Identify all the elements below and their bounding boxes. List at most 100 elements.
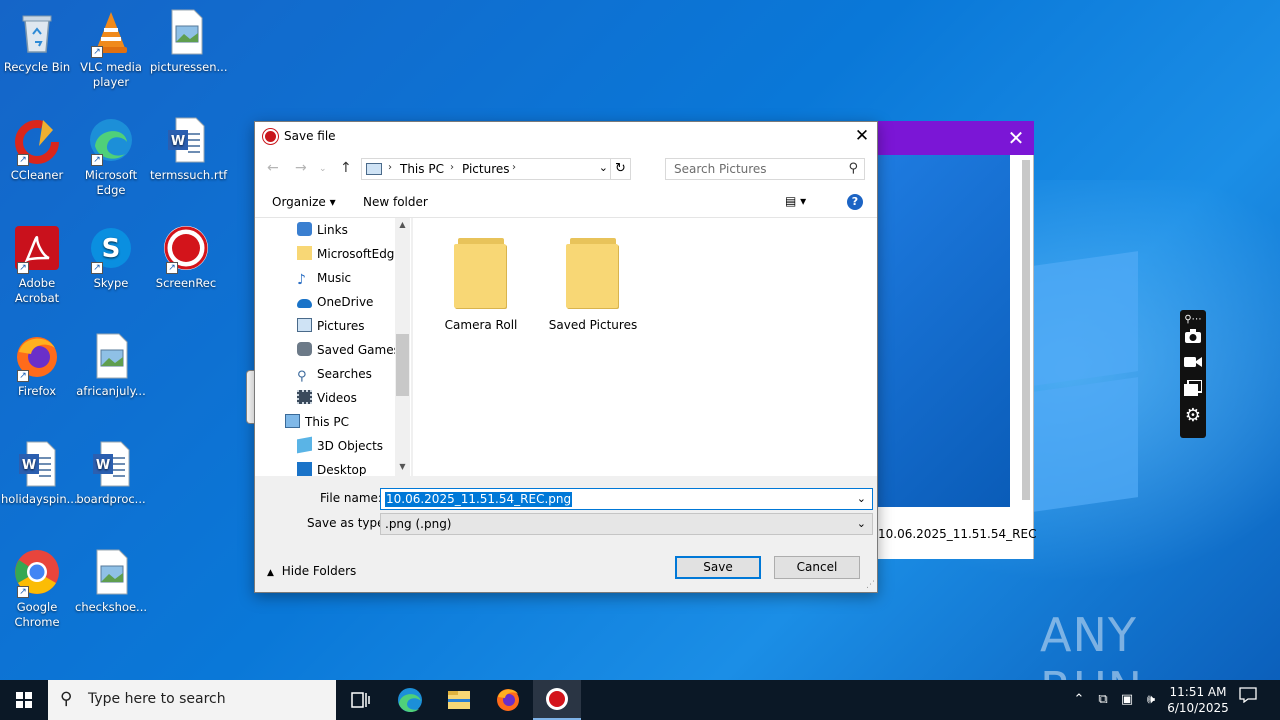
taskbar-edge[interactable] — [386, 680, 434, 720]
desktop-icon-edge[interactable]: ↗ Microsoft Edge — [75, 116, 147, 198]
desktop-icon-checkshoe[interactable]: checkshoe... — [75, 548, 147, 615]
scroll-up-arrow-icon[interactable]: ▲ — [395, 220, 410, 229]
this-pc-icon — [366, 163, 382, 175]
refresh-icon[interactable]: ↻ — [610, 159, 630, 179]
camera-icon[interactable] — [1183, 328, 1203, 348]
change-view-icon[interactable]: ▤ ▾ — [785, 194, 806, 208]
scrollbar-thumb[interactable] — [396, 334, 409, 396]
recent-locations-chevron-icon[interactable]: ⌄ — [319, 164, 327, 174]
desktop-icon-picturessen[interactable]: picturessen... — [150, 8, 227, 75]
taskbar-search-box[interactable]: ⚲ Type here to search — [48, 680, 336, 720]
taskbar-firefox[interactable] — [484, 680, 532, 720]
new-folder-button[interactable]: New folder — [363, 195, 428, 209]
dialog-titlebar[interactable]: Save file ✕ — [255, 122, 877, 152]
scroll-down-arrow-icon[interactable]: ▼ — [395, 462, 410, 471]
desktop-icon-africanjuly[interactable]: africanjuly... — [75, 332, 147, 399]
navigation-pane-scrollbar[interactable]: ▲ ▼ — [395, 218, 410, 476]
desktop-icon-chrome[interactable]: ↗ Google Chrome — [1, 548, 73, 630]
breadcrumb-separator-icon[interactable]: › — [512, 162, 516, 173]
cancel-button[interactable]: Cancel — [774, 556, 860, 579]
folder-icon — [454, 236, 508, 310]
nav-item-microsoftedge[interactable]: MicrosoftEdge — [297, 243, 402, 265]
more-options-icon[interactable]: ⚲⋯ — [1183, 310, 1203, 330]
breadcrumb-separator-icon[interactable]: › — [450, 162, 454, 173]
pictures-icon — [297, 318, 312, 332]
organize-button[interactable]: Organize ▾ — [272, 195, 336, 209]
desktop-icon-firefox[interactable]: ↗ Firefox — [1, 332, 73, 399]
task-view-button[interactable] — [336, 680, 384, 720]
back-arrow-icon[interactable]: ← — [267, 160, 279, 176]
settings-gear-icon[interactable]: ⚙ — [1183, 406, 1203, 426]
volume-icon[interactable]: 🕪 — [1140, 680, 1162, 720]
nav-item-videos[interactable]: Videos — [297, 387, 357, 409]
background-window-preview — [878, 155, 1010, 507]
nav-item-pictures[interactable]: Pictures — [297, 315, 365, 337]
show-hidden-icons-chevron-icon[interactable]: ⌃ — [1068, 680, 1090, 720]
search-icon[interactable]: ⚲ — [848, 161, 858, 176]
folder-saved-pictures[interactable]: Saved Pictures — [543, 236, 643, 332]
taskbar-file-explorer[interactable] — [435, 680, 483, 720]
save-as-type-select[interactable]: .png (.png) ⌄ — [380, 513, 873, 535]
saved-games-icon — [297, 342, 312, 356]
desktop-icon-vlc[interactable]: ↗ VLC media player — [75, 8, 147, 90]
breadcrumb-this-pc[interactable]: This PC — [400, 162, 444, 176]
video-camera-icon[interactable] — [1183, 354, 1203, 374]
shortcut-arrow-icon: ↗ — [91, 262, 103, 274]
taskbar-screenrec[interactable] — [533, 680, 581, 720]
desktop-icon — [297, 462, 312, 476]
desktop-icon-skype[interactable]: S ↗ Skype — [75, 224, 147, 291]
save-as-type-label: Save as type: — [307, 516, 389, 530]
vlc-icon: ↗ — [87, 8, 135, 58]
dialog-close-icon[interactable]: ✕ — [847, 122, 877, 152]
image-file-icon — [162, 8, 210, 56]
windows-logo-icon — [16, 692, 32, 708]
desktop-icon-termssuch[interactable]: W termssuch.rtf — [150, 116, 227, 183]
save-button[interactable]: Save — [675, 556, 761, 579]
nav-item-3d-objects[interactable]: 3D Objects — [297, 435, 383, 457]
start-button[interactable] — [0, 680, 48, 720]
edge-icon: ↗ — [87, 116, 135, 166]
desktop-icon-acrobat[interactable]: ↗ Adobe Acrobat — [1, 224, 73, 306]
desktop-icon-screenrec[interactable]: ↗ ScreenRec — [150, 224, 222, 291]
address-dropdown-chevron-icon[interactable]: ⌄ — [599, 161, 608, 174]
file-name-value[interactable]: 10.06.2025_11.51.54_REC.png — [385, 492, 573, 507]
resize-grip-icon[interactable]: ⋰ — [866, 580, 875, 590]
nav-item-this-pc[interactable]: This PC — [285, 411, 349, 433]
search-input[interactable] — [666, 159, 836, 179]
shortcut-arrow-icon: ↗ — [91, 154, 103, 166]
nav-item-searches[interactable]: ⚲ Searches — [297, 363, 372, 385]
help-icon[interactable]: ? — [847, 194, 863, 210]
desktop-icon-holidayspin[interactable]: W holidayspin... — [1, 440, 78, 507]
save-as-type-chevron-icon[interactable]: ⌄ — [857, 517, 866, 530]
clock-time: 11:51 AM — [1169, 685, 1227, 699]
network-adapter-icon[interactable]: ⧉ — [1092, 680, 1114, 720]
nav-item-onedrive[interactable]: OneDrive — [297, 291, 373, 313]
nav-item-saved-games[interactable]: Saved Games — [297, 339, 400, 361]
breadcrumb-separator-icon[interactable]: › — [388, 162, 392, 173]
search-box: ⚲ — [665, 158, 865, 180]
screenshots-gallery-icon[interactable] — [1183, 379, 1203, 400]
forward-arrow-icon[interactable]: → — [295, 160, 307, 176]
system-clock[interactable]: 11:51 AM 6/10/2025 — [1160, 684, 1236, 716]
nav-item-links[interactable]: Links — [297, 219, 348, 241]
network-icon[interactable]: ▣ — [1116, 680, 1138, 720]
file-name-field[interactable]: 10.06.2025_11.51.54_REC.png ⌄ — [380, 488, 873, 510]
folder-camera-roll[interactable]: Camera Roll — [431, 236, 531, 332]
dialog-bottom-panel: File name: 10.06.2025_11.51.54_REC.png ⌄… — [255, 476, 877, 592]
desktop-icon-recycle-bin[interactable]: Recycle Bin — [1, 8, 73, 75]
address-bar[interactable]: › This PC › Pictures › ⌄ ↻ — [361, 158, 631, 180]
up-arrow-icon[interactable]: ↑ — [340, 160, 352, 176]
desktop-icon-boardproc[interactable]: W boardproc... — [75, 440, 147, 507]
file-name-label: File name: — [320, 491, 382, 505]
notifications-icon[interactable] — [1236, 680, 1260, 720]
background-window-close-icon[interactable]: ✕ — [998, 121, 1034, 155]
onedrive-icon — [297, 299, 312, 308]
background-window-scrollbar[interactable] — [1022, 160, 1030, 500]
hide-folders-toggle[interactable]: ▲ Hide Folders — [267, 564, 356, 578]
breadcrumb-pictures[interactable]: Pictures — [462, 162, 510, 176]
shortcut-arrow-icon: ↗ — [17, 586, 29, 598]
shortcut-arrow-icon: ↗ — [17, 154, 29, 166]
nav-item-music[interactable]: ♪ Music — [297, 267, 351, 289]
desktop-icon-ccleaner[interactable]: ↗ CCleaner — [1, 116, 73, 183]
file-name-dropdown-chevron-icon[interactable]: ⌄ — [857, 492, 866, 505]
